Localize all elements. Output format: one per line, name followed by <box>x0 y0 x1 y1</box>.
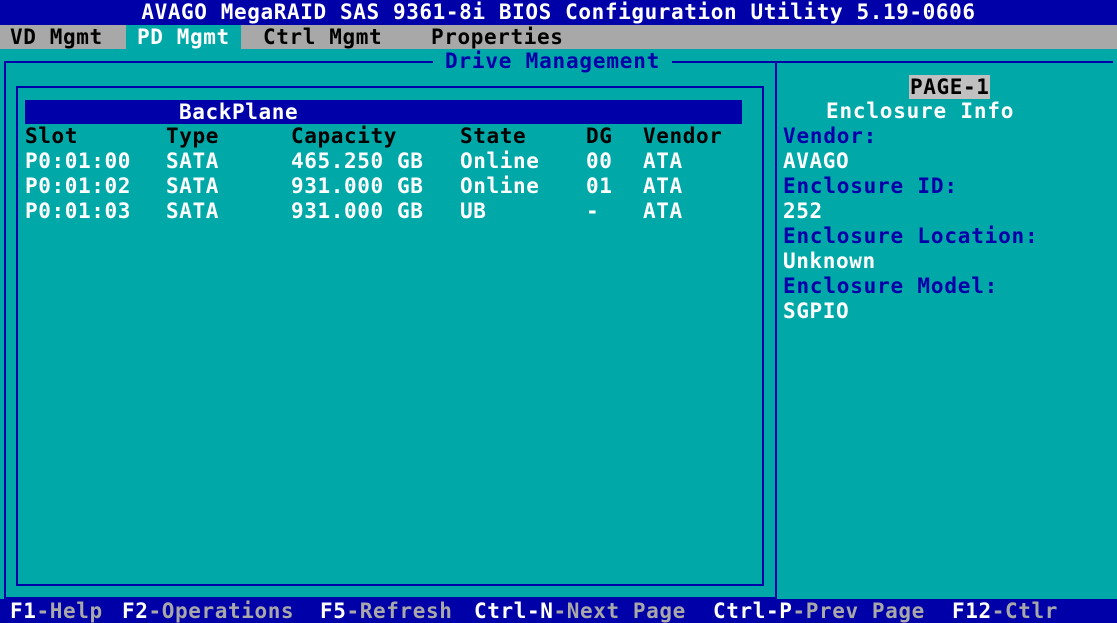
cell-slot: P0:01:03 <box>25 199 131 223</box>
ctrl-p-desc: -Prev Page <box>792 599 925 623</box>
cell-capacity: 931.000 GB <box>291 199 424 223</box>
cell-vendor: ATA <box>643 199 683 223</box>
col-capacity: Capacity <box>291 124 397 148</box>
enclosure-model-value: SGPIO <box>783 299 850 323</box>
tab-pd-mgmt[interactable]: PD Mgmt <box>126 25 241 49</box>
f12-key: F12 <box>952 599 992 623</box>
drive-management-title: Drive Management <box>433 49 673 73</box>
f2-desc: -Operations <box>148 599 295 623</box>
frame-divider <box>775 61 777 599</box>
ctrl-n-desc: -Next Page <box>553 599 686 623</box>
table-row[interactable]: P0:01:02 SATA 931.000 GB Online 01 ATA <box>0 174 760 199</box>
enclosure-id-label: Enclosure ID: <box>783 174 958 198</box>
col-slot: Slot <box>25 124 78 148</box>
operations-hint: F2-Operations <box>122 599 294 623</box>
table-row[interactable]: P0:01:03 SATA 931.000 GB UB - ATA <box>0 199 760 224</box>
cell-vendor: ATA <box>643 174 683 198</box>
cell-capacity: 465.250 GB <box>291 149 424 173</box>
enclosure-id-value: 252 <box>783 199 823 223</box>
f2-key: F2 <box>122 599 149 623</box>
backplane-title: BackPlane <box>179 100 299 124</box>
cell-dg: 01 <box>586 174 613 198</box>
menu-bar: VD Mgmt PD Mgmt Ctrl Mgmt Properties <box>0 25 1117 49</box>
f5-desc: -Refresh <box>346 599 453 623</box>
tab-properties[interactable]: Properties <box>431 25 563 49</box>
frame-left-border <box>4 61 6 599</box>
col-dg: DG <box>586 124 613 148</box>
enclosure-location-label: Enclosure Location: <box>783 224 1039 248</box>
f1-desc: -Help <box>36 599 103 623</box>
table-box-top <box>16 86 764 88</box>
cell-state: Online <box>460 149 540 173</box>
table-row[interactable]: P0:01:00 SATA 465.250 GB Online 00 ATA <box>0 149 760 174</box>
page-indicator: PAGE-1 <box>909 75 991 99</box>
cell-type: SATA <box>166 199 219 223</box>
enclosure-model-label: Enclosure Model: <box>783 274 999 298</box>
help-hint: F1-Help <box>10 599 103 623</box>
tab-ctrl-mgmt[interactable]: Ctrl Mgmt <box>263 25 382 49</box>
col-vendor: Vendor <box>643 124 723 148</box>
table-box-right <box>762 86 764 586</box>
f5-key: F5 <box>320 599 347 623</box>
ctrl-p-key: Ctrl-P <box>713 599 793 623</box>
cell-dg: 00 <box>586 149 613 173</box>
backplane-header: BackPlane <box>25 100 742 124</box>
enclosure-info-title: Enclosure Info <box>826 99 1015 123</box>
tab-vd-mgmt[interactable]: VD Mgmt <box>10 25 103 49</box>
ctlr-hint: F12-Ctlr <box>952 599 1058 623</box>
ctrl-n-key: Ctrl-N <box>474 599 554 623</box>
cell-slot: P0:01:02 <box>25 174 131 198</box>
col-state: State <box>460 124 527 148</box>
vendor-label: Vendor: <box>783 124 878 148</box>
cell-slot: P0:01:00 <box>25 149 131 173</box>
cell-type: SATA <box>166 174 219 198</box>
f12-desc: -Ctlr <box>991 599 1058 623</box>
f1-key: F1 <box>10 599 37 623</box>
next-page-hint: Ctrl-N-Next Page <box>474 599 686 623</box>
cell-type: SATA <box>166 149 219 173</box>
title-bar: AVAGO MegaRAID SAS 9361-8i BIOS Configur… <box>0 0 1117 25</box>
table-box-bottom <box>16 584 764 586</box>
cell-vendor: ATA <box>643 149 683 173</box>
prev-page-hint: Ctrl-P-Prev Page <box>713 599 925 623</box>
enclosure-location-value: Unknown <box>783 249 876 273</box>
cell-state: UB <box>460 199 487 223</box>
col-type: Type <box>166 124 219 148</box>
cell-state: Online <box>460 174 540 198</box>
vendor-value: AVAGO <box>783 149 850 173</box>
refresh-hint: F5-Refresh <box>320 599 452 623</box>
cell-dg: - <box>586 199 600 223</box>
cell-capacity: 931.000 GB <box>291 174 424 198</box>
app-title: AVAGO MegaRAID SAS 9361-8i BIOS Configur… <box>141 0 976 24</box>
footer-help-bar: F1-Help F2-Operations F5-Refresh Ctrl-N-… <box>0 599 1117 623</box>
